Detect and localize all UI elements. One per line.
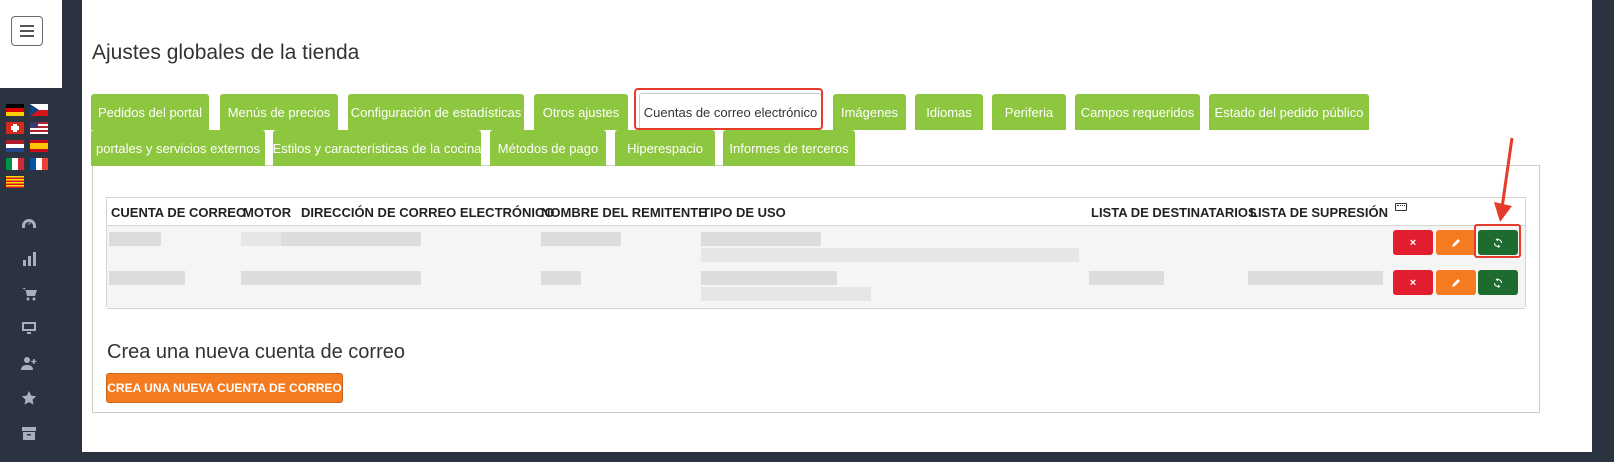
menu-toggle-button[interactable] <box>11 16 43 46</box>
sync-button[interactable] <box>1478 270 1518 295</box>
tab-hiperespacio[interactable]: Hiperespacio <box>615 130 715 166</box>
column-header-supresion: LISTA DE SUPRESIÓN <box>1250 205 1388 220</box>
redacted-text <box>541 271 581 285</box>
table-row: × <box>107 267 1525 309</box>
redacted-text <box>109 232 161 246</box>
hamburger-icon-line <box>20 35 34 37</box>
edit-button[interactable] <box>1436 230 1476 255</box>
redacted-text <box>541 232 621 246</box>
bar-chart-icon[interactable] <box>19 249 39 269</box>
delete-button[interactable]: × <box>1393 230 1433 255</box>
tab-periferia[interactable]: Periferia <box>992 94 1066 130</box>
redacted-text <box>281 232 421 246</box>
column-header-motor: MOTOR <box>243 205 292 220</box>
pencil-icon <box>1452 278 1460 287</box>
hamburger-icon <box>20 25 34 27</box>
redacted-text <box>701 271 837 285</box>
tab-estado-pedido-publico[interactable]: Estado del pedido público <box>1209 94 1369 130</box>
speedometer-icon[interactable] <box>19 214 39 234</box>
create-email-account-button[interactable]: CREA UNA NUEVA CUENTA DE CORREO <box>106 373 343 403</box>
archive-icon[interactable] <box>19 423 39 443</box>
flag-nl-icon[interactable] <box>6 140 24 152</box>
refresh-icon <box>1494 277 1502 288</box>
redacted-text <box>1248 271 1383 285</box>
flag-us-icon[interactable] <box>30 122 48 134</box>
flag-es-icon[interactable] <box>30 140 48 152</box>
user-plus-icon[interactable] <box>19 353 39 373</box>
edit-button[interactable] <box>1436 270 1476 295</box>
flag-fr-icon[interactable] <box>30 158 48 170</box>
tab-imagenes[interactable]: Imágenes <box>833 94 906 130</box>
redacted-text <box>109 271 185 285</box>
tab-estilos-cocina[interactable]: Estilos y características de la cocina <box>273 130 481 166</box>
flag-it-icon[interactable] <box>6 158 24 170</box>
tab-otros-ajustes[interactable]: Otros ajustes <box>534 94 628 130</box>
redacted-text <box>241 271 421 285</box>
main-panel: Ajustes globales de la tienda Pedidos de… <box>82 0 1592 452</box>
monitor-icon[interactable] <box>19 318 39 338</box>
column-header-remitente: NOMBRE DEL REMITENTE <box>541 205 707 220</box>
redacted-text <box>241 232 281 246</box>
pencil-icon <box>1452 238 1460 247</box>
tab-configuracion-estadisticas[interactable]: Configuración de estadísticas <box>348 94 524 130</box>
column-header-direccion: DIRECCIÓN DE CORREO ELECTRÓNICO <box>301 205 555 220</box>
redacted-text <box>701 248 1079 262</box>
column-header-cuenta: CUENTA DE CORREO <box>111 205 247 220</box>
tab-idiomas[interactable]: Idiomas <box>915 94 983 130</box>
delete-button[interactable]: × <box>1393 270 1433 295</box>
flag-catalonia-icon[interactable] <box>6 176 24 188</box>
tab-pedidos-del-portal[interactable]: Pedidos del portal <box>91 94 209 130</box>
tab-menus-de-precios[interactable]: Menús de precios <box>220 94 338 130</box>
tab-portales-servicios-externos[interactable]: portales y servicios externos <box>91 130 265 166</box>
sidebar-header <box>0 0 62 88</box>
tab-metodos-de-pago[interactable]: Métodos de pago <box>490 130 606 166</box>
redacted-text <box>1089 271 1164 285</box>
column-header-tipo-uso: TIPO DE USO <box>702 205 786 220</box>
flag-ch-icon[interactable] <box>6 122 24 134</box>
tab-informes-de-terceros[interactable]: Informes de terceros <box>723 130 855 166</box>
keyboard-icon <box>1395 203 1407 211</box>
redacted-text <box>701 287 871 301</box>
table-row: × <box>107 225 1525 268</box>
tab-campos-requeridos[interactable]: Campos requeridos <box>1075 94 1200 130</box>
sync-button-highlight <box>1474 224 1521 258</box>
flag-cz-icon[interactable] <box>30 104 48 116</box>
flag-de-icon[interactable] <box>6 104 24 116</box>
active-tab-highlight <box>634 88 823 130</box>
redacted-text <box>701 232 821 246</box>
cart-icon[interactable] <box>19 284 39 304</box>
star-icon[interactable] <box>19 388 39 408</box>
new-account-title: Crea una nueva cuenta de correo <box>107 341 405 363</box>
hamburger-icon-line <box>20 30 34 32</box>
column-header-destinatarios: LISTA DE DESTINATARIOS <box>1091 205 1257 220</box>
annotation-arrow-icon <box>1494 137 1514 222</box>
page-title: Ajustes globales de la tienda <box>92 41 360 64</box>
sidebar <box>0 0 62 462</box>
